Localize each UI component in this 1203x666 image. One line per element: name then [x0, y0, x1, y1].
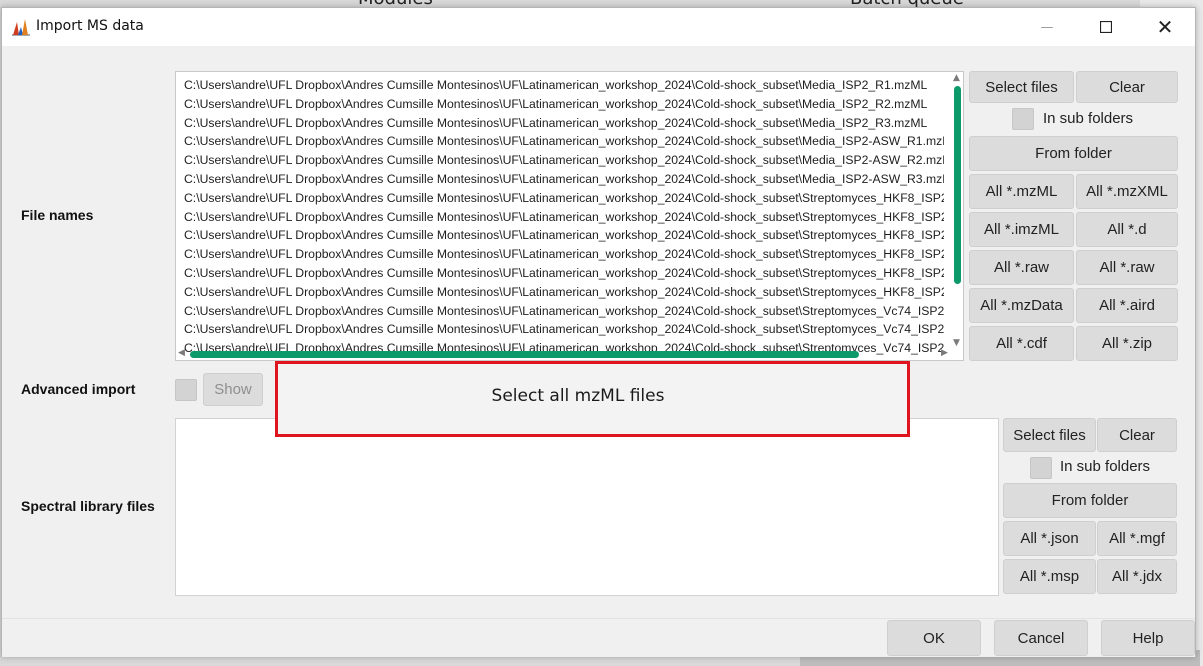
- dialog-footer: OK Cancel Help: [2, 618, 1195, 657]
- vertical-scrollbar-thumb[interactable]: [954, 86, 961, 284]
- scroll-down-arrow-icon[interactable]: ▼: [953, 338, 960, 348]
- import-ms-data-dialog: Import MS data — ✕ File names C:\Users\a…: [1, 7, 1196, 657]
- file-names-items: C:\Users\andre\UFL Dropbox\Andres Cumsil…: [184, 76, 944, 358]
- file-list-item[interactable]: C:\Users\andre\UFL Dropbox\Andres Cumsil…: [184, 170, 944, 189]
- file-list-item[interactable]: C:\Users\andre\UFL Dropbox\Andres Cumsil…: [184, 132, 944, 151]
- ms-in-sub-folders-checkbox[interactable]: [1012, 108, 1034, 130]
- all-mzml-button[interactable]: All *.mzML: [969, 174, 1074, 209]
- all-msp-button[interactable]: All *.msp: [1003, 559, 1096, 594]
- file-list-item[interactable]: C:\Users\andre\UFL Dropbox\Andres Cumsil…: [184, 302, 944, 321]
- all-d-button[interactable]: All *.d: [1076, 212, 1178, 247]
- spec-in-sub-folders-label: In sub folders: [1060, 458, 1151, 475]
- spec-clear-button[interactable]: Clear: [1097, 418, 1177, 452]
- all-aird-button[interactable]: All *.aird: [1076, 288, 1178, 323]
- file-list-item[interactable]: C:\Users\andre\UFL Dropbox\Andres Cumsil…: [184, 76, 944, 95]
- advanced-import-label: Advanced import: [21, 381, 136, 397]
- ms-select-files-button[interactable]: Select files: [969, 71, 1074, 103]
- spec-in-sub-folders-checkbox[interactable]: [1030, 457, 1052, 479]
- file-list-item[interactable]: C:\Users\andre\UFL Dropbox\Andres Cumsil…: [184, 208, 944, 227]
- app-chart-icon: [12, 19, 30, 36]
- advanced-import-checkbox[interactable]: [175, 379, 197, 401]
- advanced-show-button[interactable]: Show: [203, 373, 263, 406]
- all-mzxml-button[interactable]: All *.mzXML: [1076, 174, 1178, 209]
- maximize-icon: [1100, 21, 1112, 33]
- file-list-item[interactable]: C:\Users\andre\UFL Dropbox\Andres Cumsil…: [184, 283, 944, 302]
- file-list-item[interactable]: C:\Users\andre\UFL Dropbox\Andres Cumsil…: [184, 189, 944, 208]
- horizontal-scrollbar-thumb[interactable]: [190, 351, 859, 358]
- file-names-list[interactable]: C:\Users\andre\UFL Dropbox\Andres Cumsil…: [175, 71, 964, 361]
- scroll-right-arrow-icon[interactable]: ▶: [941, 348, 948, 358]
- minimize-button[interactable]: —: [1024, 12, 1070, 42]
- file-list-item[interactable]: C:\Users\andre\UFL Dropbox\Andres Cumsil…: [184, 226, 944, 245]
- annotation-callout-box: Select all mzML files: [275, 361, 910, 437]
- help-button[interactable]: Help: [1101, 620, 1195, 656]
- scroll-left-arrow-icon[interactable]: ◀: [178, 348, 185, 358]
- all-jdx-button[interactable]: All *.jdx: [1097, 559, 1177, 594]
- file-list-item[interactable]: C:\Users\andre\UFL Dropbox\Andres Cumsil…: [184, 264, 944, 283]
- maximize-button[interactable]: [1083, 12, 1129, 42]
- file-list-item[interactable]: C:\Users\andre\UFL Dropbox\Andres Cumsil…: [184, 95, 944, 114]
- spec-select-files-button[interactable]: Select files: [1003, 418, 1096, 452]
- close-button[interactable]: ✕: [1142, 12, 1188, 42]
- ok-button[interactable]: OK: [887, 620, 981, 656]
- window-title: Import MS data: [36, 18, 144, 34]
- file-list-item[interactable]: C:\Users\andre\UFL Dropbox\Andres Cumsil…: [184, 245, 944, 264]
- ms-clear-button[interactable]: Clear: [1076, 71, 1178, 103]
- all-zip-button[interactable]: All *.zip: [1076, 326, 1178, 361]
- all-raw-button-2[interactable]: All *.raw: [1076, 250, 1178, 285]
- file-list-item[interactable]: C:\Users\andre\UFL Dropbox\Andres Cumsil…: [184, 151, 944, 170]
- spectral-library-files-label: Spectral library files: [21, 498, 155, 514]
- all-imzml-button[interactable]: All *.imzML: [969, 212, 1074, 247]
- file-list-item[interactable]: C:\Users\andre\UFL Dropbox\Andres Cumsil…: [184, 114, 944, 133]
- scroll-up-arrow-icon[interactable]: ▲: [953, 73, 960, 83]
- all-json-button[interactable]: All *.json: [1003, 521, 1096, 556]
- file-list-item[interactable]: C:\Users\andre\UFL Dropbox\Andres Cumsil…: [184, 320, 944, 339]
- all-cdf-button[interactable]: All *.cdf: [969, 326, 1074, 361]
- file-names-label: File names: [21, 207, 94, 223]
- spectral-library-files-list[interactable]: [175, 418, 999, 596]
- ms-from-folder-button[interactable]: From folder: [969, 136, 1178, 171]
- cancel-button[interactable]: Cancel: [994, 620, 1088, 656]
- title-bar[interactable]: Import MS data — ✕: [2, 8, 1195, 46]
- ms-in-sub-folders-label: In sub folders: [1043, 110, 1134, 127]
- all-raw-button[interactable]: All *.raw: [969, 250, 1074, 285]
- annotation-callout-text: Select all mzML files: [491, 386, 665, 406]
- spec-from-folder-button[interactable]: From folder: [1003, 483, 1177, 518]
- all-mgf-button[interactable]: All *.mgf: [1097, 521, 1177, 556]
- all-mzdata-button[interactable]: All *.mzData: [969, 288, 1074, 323]
